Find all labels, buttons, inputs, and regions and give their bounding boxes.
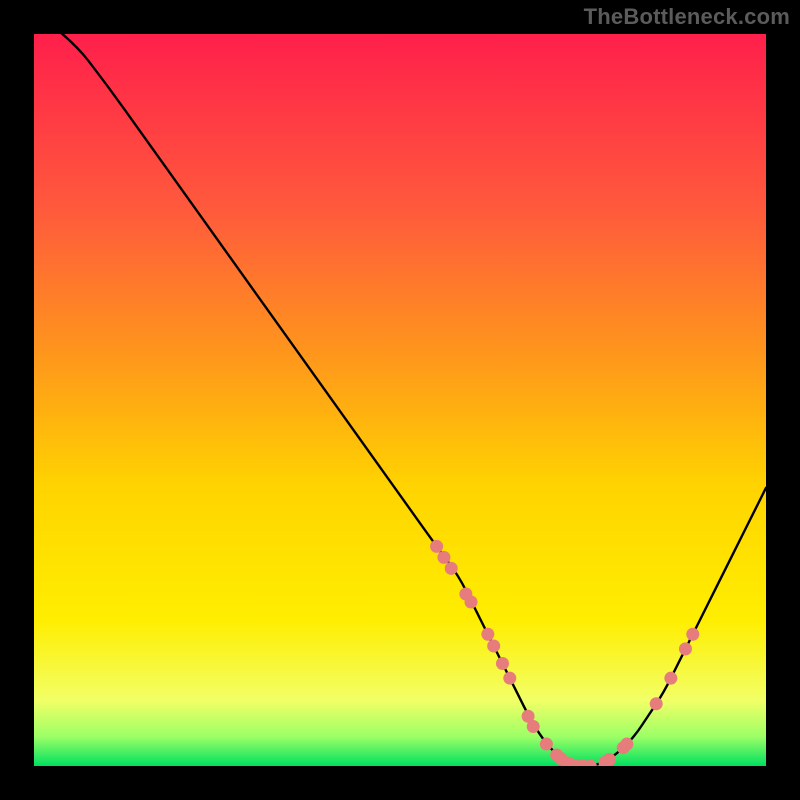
curve-marker [540,738,553,751]
curve-marker [465,596,478,609]
curve-marker [620,738,633,751]
curve-marker [603,753,616,766]
curve-marker [650,697,663,710]
curve-marker [527,720,540,733]
curve-marker [496,657,509,670]
watermark-text: TheBottleneck.com [584,4,790,30]
curve-marker [664,672,677,685]
curve-marker [679,642,692,655]
curve-marker [481,628,494,641]
curve-marker [503,672,516,685]
gradient-background [34,34,766,766]
curve-marker [487,639,500,652]
curve-marker [437,551,450,564]
curve-marker [445,562,458,575]
chart-frame: TheBottleneck.com [0,0,800,800]
chart-svg [34,34,766,766]
curve-marker [430,540,443,553]
plot-area [34,34,766,766]
curve-marker [686,628,699,641]
